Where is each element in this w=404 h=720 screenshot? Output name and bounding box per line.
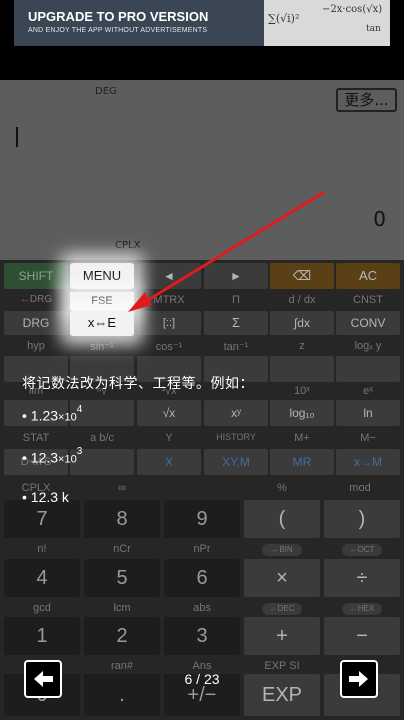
previous-page-button[interactable]	[24, 660, 62, 698]
example-2-exponent: 3	[76, 446, 83, 457]
example-3-text: 12.3 k	[30, 489, 69, 505]
example-2: • 12.3×103	[22, 446, 83, 466]
example-1-exponent: 4	[76, 404, 83, 415]
arrow-left-icon	[34, 671, 53, 687]
bullet: •	[22, 407, 27, 424]
tutorial-title: 将记数法改为科学、工程等。例如：	[22, 376, 254, 392]
red-arrow-pointer	[128, 190, 325, 312]
example-1: • 1.23×104	[22, 404, 83, 424]
arrow-right-icon	[349, 671, 368, 687]
times-ten: ×10	[58, 453, 77, 466]
tutorial-overlay: 将记数法改为科学、工程等。例如： • 1.23×104 • 12.3×103 •…	[22, 373, 254, 505]
bullet: •	[22, 489, 27, 505]
example-3: • 12.3 k	[22, 489, 69, 505]
example-1-mantissa: 1.23	[30, 407, 59, 424]
times-ten: ×10	[58, 411, 77, 424]
page-counter: 6 / 23	[184, 671, 220, 687]
next-page-button[interactable]	[340, 660, 378, 698]
example-2-mantissa: 12.3	[30, 449, 59, 466]
bullet: •	[22, 449, 27, 466]
